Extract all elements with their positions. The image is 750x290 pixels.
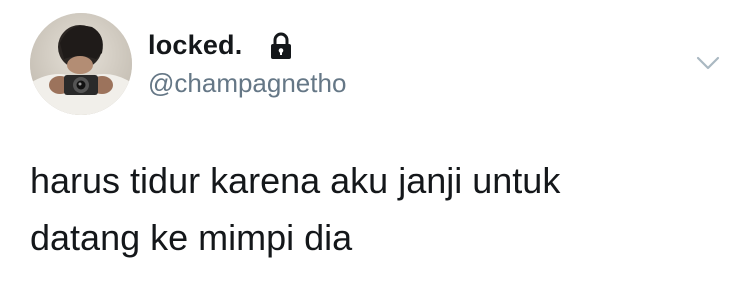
tweet-text: harus tidur karena aku janji untuk datan… [30, 152, 720, 266]
chevron-down-icon[interactable] [694, 52, 722, 74]
display-name[interactable]: locked. [148, 30, 242, 61]
lock-icon [271, 32, 291, 59]
tweet-card: locked. @champagnetho harus tidur karena… [0, 0, 750, 290]
user-handle[interactable]: @champagnetho [148, 68, 346, 99]
avatar[interactable] [30, 13, 132, 115]
tweet-text-line: harus tidur karena aku janji untuk [30, 160, 561, 201]
tweet-text-line: datang ke mimpi dia [30, 217, 353, 258]
